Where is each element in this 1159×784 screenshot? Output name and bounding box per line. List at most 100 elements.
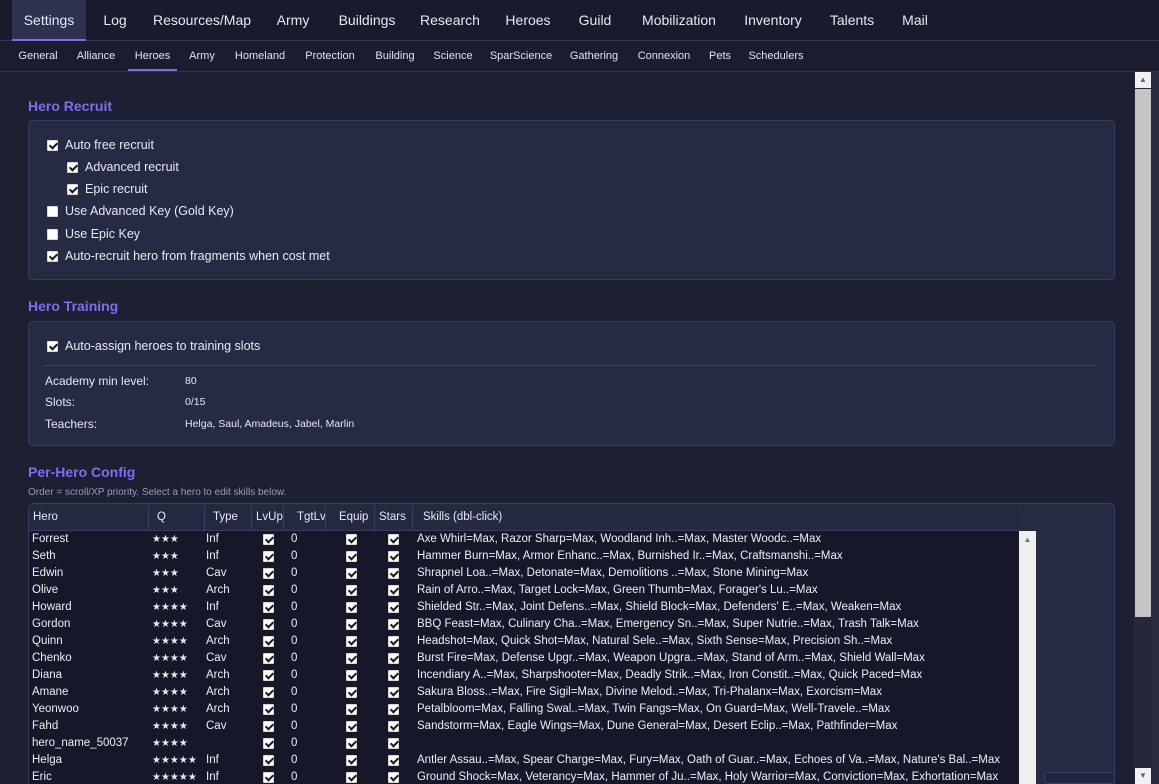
table-scrollbar[interactable]: ▲ bbox=[1019, 531, 1036, 784]
lvup-checkbox[interactable] bbox=[263, 735, 274, 752]
tab-mobilization[interactable]: Mobilization bbox=[634, 0, 724, 40]
lvup-checkbox[interactable] bbox=[263, 582, 274, 599]
checkbox-icon[interactable] bbox=[263, 636, 274, 647]
skills-cell[interactable]: Petalbloom=Max, Falling Swal..=Max, Twin… bbox=[417, 701, 1017, 718]
table-row[interactable]: Seth ★★★ Inf 0 Hammer Burn=Max, Armor Enhanc… bbox=[29, 548, 1019, 565]
skills-cell[interactable]: BBQ Feast=Max, Culinary Cha..=Max, Emerg… bbox=[417, 616, 1017, 633]
checkbox-icon[interactable] bbox=[388, 755, 399, 766]
checkbox-icon[interactable] bbox=[263, 619, 274, 630]
use-advanced-key-option[interactable]: Use Advanced Key (Gold Key) bbox=[47, 202, 234, 220]
chevron-up-icon[interactable]: ▲ bbox=[1019, 531, 1036, 548]
skills-cell[interactable]: Ground Shock=Max, Veterancy=Max, Hammer … bbox=[417, 769, 1017, 784]
equip-checkbox[interactable] bbox=[346, 633, 357, 650]
equip-checkbox[interactable] bbox=[346, 667, 357, 684]
checkbox-icon[interactable] bbox=[263, 602, 274, 613]
checkbox-icon[interactable] bbox=[263, 704, 274, 715]
checkbox-icon[interactable] bbox=[346, 755, 357, 766]
equip-checkbox[interactable] bbox=[346, 769, 357, 784]
tab-buildings[interactable]: Buildings bbox=[332, 0, 402, 40]
checkbox-icon[interactable] bbox=[346, 772, 357, 783]
tab-heroes[interactable]: Heroes bbox=[498, 0, 558, 40]
checkbox-icon[interactable] bbox=[346, 568, 357, 579]
stars-checkbox[interactable] bbox=[388, 582, 399, 599]
checkbox-icon[interactable] bbox=[388, 721, 399, 732]
table-row[interactable]: Eric ★★★★★ Inf 0 Ground Shock=Max, Veterancy… bbox=[29, 769, 1019, 784]
lvup-checkbox[interactable] bbox=[263, 565, 274, 582]
checkbox-icon[interactable] bbox=[388, 534, 399, 545]
subtab-heroes[interactable]: Heroes bbox=[128, 41, 177, 71]
checkbox-icon[interactable] bbox=[67, 183, 78, 195]
equip-checkbox[interactable] bbox=[346, 701, 357, 718]
table-row[interactable]: Fahd ★★★★ Cav 0 Sandstorm=Max, Eagle Wings=M… bbox=[29, 718, 1019, 735]
lvup-checkbox[interactable] bbox=[263, 718, 274, 735]
equip-checkbox[interactable] bbox=[346, 599, 357, 616]
column-header-skills[interactable]: Skills (dbl-click) bbox=[413, 505, 1019, 530]
checkbox-icon[interactable] bbox=[67, 161, 78, 173]
checkbox-icon[interactable] bbox=[47, 250, 58, 262]
table-row[interactable]: Helga ★★★★★ Inf 0 Antler Assau..=Max, Spear … bbox=[29, 752, 1019, 769]
skills-cell[interactable]: Hammer Burn=Max, Armor Enhanc..=Max, Bur… bbox=[417, 548, 1017, 565]
lvup-checkbox[interactable] bbox=[263, 616, 274, 633]
checkbox-icon[interactable] bbox=[263, 551, 274, 562]
stars-checkbox[interactable] bbox=[388, 769, 399, 784]
stars-checkbox[interactable] bbox=[388, 548, 399, 565]
skills-cell[interactable] bbox=[417, 735, 1017, 752]
column-header-quality[interactable]: Q bbox=[149, 505, 205, 530]
table-row[interactable]: Gordon ★★★★ Cav 0 BBQ Feast=Max, Culinary Ch… bbox=[29, 616, 1019, 633]
table-row[interactable]: Olive ★★★ Arch 0 Rain of Arro..=Max, Target … bbox=[29, 582, 1019, 599]
equip-checkbox[interactable] bbox=[346, 752, 357, 769]
subtab-pets[interactable]: Pets bbox=[704, 41, 736, 71]
scrollbar-thumb[interactable] bbox=[1135, 89, 1151, 617]
stars-checkbox[interactable] bbox=[388, 531, 399, 548]
checkbox-icon[interactable] bbox=[346, 534, 357, 545]
lvup-checkbox[interactable] bbox=[263, 633, 274, 650]
checkbox-icon[interactable] bbox=[388, 653, 399, 664]
column-header-type[interactable]: Type bbox=[205, 505, 252, 530]
skills-cell[interactable]: Shrapnel Loa..=Max, Detonate=Max, Demoli… bbox=[417, 565, 1017, 582]
checkbox-icon[interactable] bbox=[388, 687, 399, 698]
equip-checkbox[interactable] bbox=[346, 565, 357, 582]
tab-research[interactable]: Research bbox=[416, 0, 484, 40]
subtab-protection[interactable]: Protection bbox=[300, 41, 360, 71]
checkbox-icon[interactable] bbox=[388, 568, 399, 579]
column-header-hero[interactable]: Hero bbox=[29, 505, 149, 530]
checkbox-icon[interactable] bbox=[263, 585, 274, 596]
epic-recruit-option[interactable]: Epic recruit bbox=[67, 180, 148, 198]
subtab-building[interactable]: Building bbox=[370, 41, 420, 71]
skills-cell[interactable]: Axe Whirl=Max, Razor Sharp=Max, Woodland… bbox=[417, 531, 1017, 548]
checkbox-icon[interactable] bbox=[346, 670, 357, 681]
equip-checkbox[interactable] bbox=[346, 582, 357, 599]
checkbox-icon[interactable] bbox=[346, 551, 357, 562]
advanced-recruit-option[interactable]: Advanced recruit bbox=[67, 158, 179, 176]
checkbox-icon[interactable] bbox=[263, 653, 274, 664]
checkbox-icon[interactable] bbox=[263, 670, 274, 681]
skills-cell[interactable]: Incendiary A..=Max, Sharpshooter=Max, De… bbox=[417, 667, 1017, 684]
equip-checkbox[interactable] bbox=[346, 650, 357, 667]
checkbox-icon[interactable] bbox=[388, 585, 399, 596]
checkbox-icon[interactable] bbox=[346, 602, 357, 613]
tab-army[interactable]: Army bbox=[268, 0, 318, 40]
column-header-tgtlv[interactable]: TgtLv bbox=[284, 505, 326, 530]
lvup-checkbox[interactable] bbox=[263, 684, 274, 701]
stars-checkbox[interactable] bbox=[388, 735, 399, 752]
checkbox-icon[interactable] bbox=[388, 704, 399, 715]
stars-checkbox[interactable] bbox=[388, 565, 399, 582]
checkbox-icon[interactable] bbox=[346, 687, 357, 698]
table-row[interactable]: Amane ★★★★ Arch 0 Sakura Bloss..=Max, Fire S… bbox=[29, 684, 1019, 701]
checkbox-icon[interactable] bbox=[47, 139, 58, 151]
stars-checkbox[interactable] bbox=[388, 599, 399, 616]
subtab-science[interactable]: Science bbox=[430, 41, 476, 71]
subtab-gathering[interactable]: Gathering bbox=[564, 41, 624, 71]
lvup-checkbox[interactable] bbox=[263, 650, 274, 667]
auto-free-recruit-option[interactable]: Auto free recruit bbox=[47, 136, 154, 154]
subtab-schedulers[interactable]: Schedulers bbox=[744, 41, 808, 71]
checkbox-icon[interactable] bbox=[346, 704, 357, 715]
lvup-checkbox[interactable] bbox=[263, 667, 274, 684]
skills-cell[interactable]: Sakura Bloss..=Max, Fire Sigil=Max, Divi… bbox=[417, 684, 1017, 701]
stars-checkbox[interactable] bbox=[388, 616, 399, 633]
subtab-army[interactable]: Army bbox=[186, 41, 218, 71]
table-row[interactable]: Howard ★★★★ Inf 0 Shielded Str..=Max, Joint … bbox=[29, 599, 1019, 616]
equip-checkbox[interactable] bbox=[346, 531, 357, 548]
page-scrollbar[interactable]: ▲ ▼ bbox=[1134, 72, 1152, 784]
lvup-checkbox[interactable] bbox=[263, 752, 274, 769]
